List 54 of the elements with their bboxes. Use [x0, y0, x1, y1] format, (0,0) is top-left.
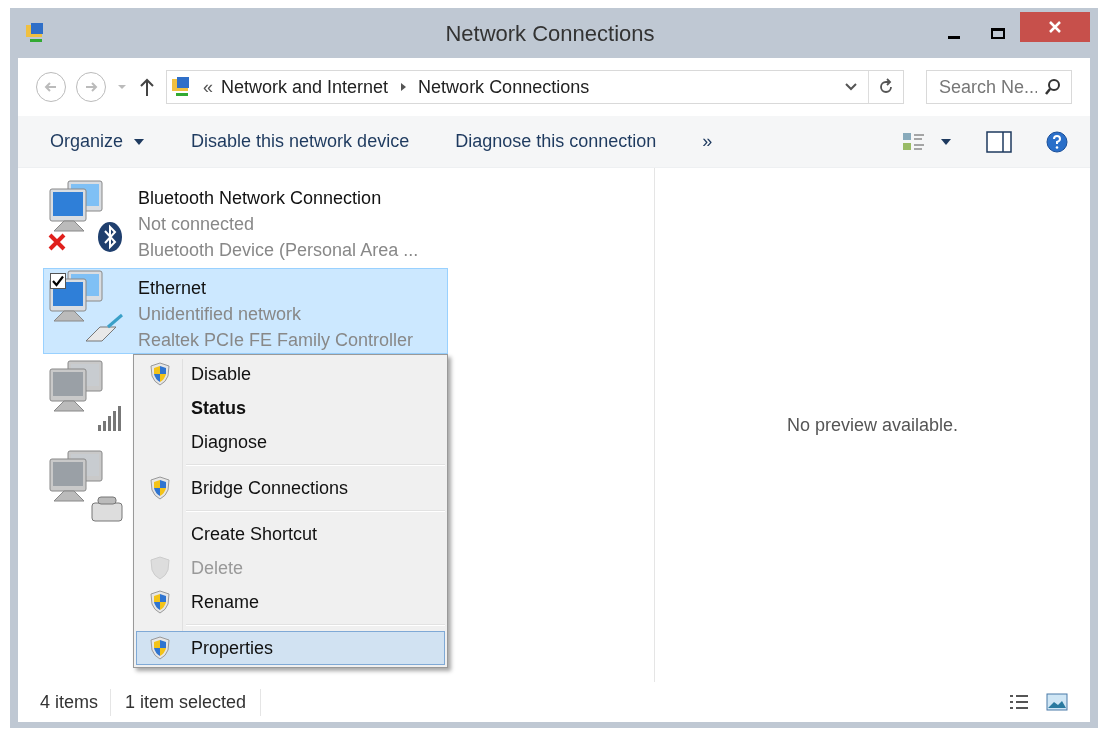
menu-item[interactable]: Create Shortcut [136, 517, 445, 551]
menu-item[interactable]: Disable [136, 357, 445, 391]
item-count: 4 items [40, 688, 112, 716]
search-field[interactable]: Search Ne... [926, 70, 1072, 104]
shield-icon [150, 590, 170, 614]
window-title: Network Connections [444, 19, 656, 48]
breadcrumb[interactable]: Network and Internet [221, 73, 389, 101]
menu-item[interactable]: Diagnose [136, 425, 445, 459]
check-icon [52, 275, 64, 287]
toolbar-button[interactable]: Organize [40, 121, 156, 162]
picture-icon [1046, 693, 1068, 711]
overflow-chevron[interactable]: « [203, 73, 213, 101]
arrow-left-icon [44, 80, 58, 94]
menu-item[interactable]: Bridge Connections [136, 471, 445, 505]
shield-icon [150, 476, 170, 500]
chevron-down-icon[interactable] [844, 82, 858, 92]
connection-status: Unidentified network [138, 303, 303, 326]
search-icon [1044, 78, 1062, 96]
toolbar-button[interactable]: Diagnose this connection [445, 121, 667, 162]
large-icons-button[interactable] [1046, 693, 1068, 711]
connection-item[interactable]: Ethernet Unidentified network Realtek PCIe FE Family Controller [43, 268, 448, 354]
arrow-right-icon [84, 80, 98, 94]
help-button[interactable] [1046, 130, 1068, 153]
menu-item[interactable]: Properties [136, 631, 445, 665]
details-view-icon [1008, 693, 1030, 711]
arrow-up-icon[interactable] [138, 77, 156, 97]
caret-icon [133, 137, 146, 146]
connection-name: Bluetooth Network Connection [138, 187, 383, 210]
connection-status: Not connected [138, 213, 256, 236]
close-button[interactable] [1020, 12, 1090, 42]
device-name: Bluetooth Device (Personal Area ... [138, 239, 419, 262]
address-bar[interactable]: « Network and Internet Network Connections [166, 70, 904, 104]
help-icon [1046, 130, 1068, 153]
toolbar-button[interactable]: » [692, 121, 723, 162]
selection-checkbox[interactable] [50, 273, 66, 289]
shield-icon [150, 636, 170, 660]
pane-icon [986, 130, 1012, 153]
view-options-button[interactable] [902, 130, 952, 153]
preview-pane-button[interactable] [986, 130, 1012, 153]
connection-item[interactable]: Bluetooth Network Connection Not connected Bluetooth Device (Personal Area ... [43, 178, 448, 264]
view-icon [902, 130, 926, 153]
device-name: Realtek PCIe FE Family Controller [138, 329, 414, 352]
shield-icon [150, 362, 170, 386]
selection-count: 1 item selected [111, 688, 262, 716]
preview-message: No preview available. [786, 413, 959, 437]
connection-name: Ethernet [138, 277, 208, 300]
details-view-button[interactable] [1008, 693, 1030, 711]
toolbar-button[interactable]: Disable this network device [181, 121, 420, 162]
shield-icon [150, 556, 170, 580]
caret-icon [940, 137, 952, 146]
close-icon [1048, 20, 1062, 34]
breadcrumb[interactable]: Network Connections [418, 73, 590, 101]
menu-item[interactable]: Rename [136, 585, 445, 619]
menu-item[interactable]: Status [136, 391, 445, 425]
